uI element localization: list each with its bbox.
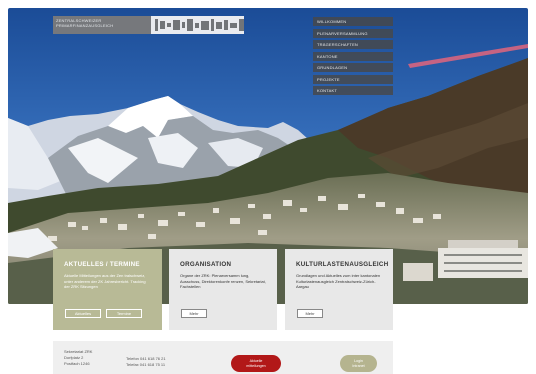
mehr-button[interactable]: Mehr: [181, 309, 207, 318]
card-aktuelles: AKTUELLES / TERMINE Aktuelle Mitteilunge…: [53, 249, 162, 330]
card-text: Grundlagen und Aktuelles zum inter kanto…: [296, 273, 381, 290]
site-logo[interactable]: ZENTRALSCHWEIZER PRIMARFINANZAUSGLEICH: [53, 16, 244, 34]
button-label: mitteilungen: [246, 363, 266, 368]
card-organisation: ORGANISATION Organe der ZRK: Plenarversa…: [169, 249, 277, 330]
aktuelle-mitteilungen-button[interactable]: Aktuelle mitteilungen: [231, 355, 281, 372]
logo-mark-icon: [151, 16, 244, 34]
nav-item-grundlagen[interactable]: GRUNDLAGEN: [313, 63, 393, 72]
footer: Sekretariat ZRK Dorfplatz 2 Postfach 124…: [53, 341, 393, 374]
card-title: ORGANISATION: [180, 261, 232, 268]
termine-button[interactable]: Termine: [106, 309, 142, 318]
card-title: AKTUELLES / TERMINE: [64, 261, 140, 268]
card-text: Organe der ZRK: Plenarversamm lung, Auss…: [180, 273, 266, 290]
card-kulturlastenausgleich: KULTURLASTENAUSGLEICH Grundlagen und Akt…: [285, 249, 393, 330]
nav-item-kontakt[interactable]: KONTAKT: [313, 86, 393, 95]
main-navigation: WILLKOMMEN PLENARVERSAMMLUNG TRÄGERSCHAF…: [313, 17, 393, 98]
aktuelles-button[interactable]: Aktuelles: [65, 309, 101, 318]
logo-text: ZENTRALSCHWEIZER PRIMARFINANZAUSGLEICH: [53, 16, 151, 34]
fax-number: Telefax 041 618 75 11: [126, 362, 166, 367]
nav-item-projekte[interactable]: PROJEKTE: [313, 74, 393, 84]
nav-item-traegerschaften[interactable]: TRÄGERSCHAFTEN: [313, 40, 393, 49]
button-label: Intranet: [352, 363, 365, 368]
nav-item-kantone[interactable]: KANTONE: [313, 51, 393, 61]
login-intranet-button[interactable]: Login Intranet: [340, 355, 377, 372]
address-line: Postfach 1246: [64, 361, 90, 366]
logo-line-2: PRIMARFINANZAUSGLEICH: [56, 23, 114, 28]
card-title: KULTURLASTENAUSGLEICH: [296, 261, 389, 268]
nav-item-willkommen[interactable]: WILLKOMMEN: [313, 17, 393, 26]
nav-item-plenarversammlung[interactable]: PLENARVERSAMMLUNG: [313, 28, 393, 38]
card-text: Aktuelle Mitteilungen aus der Zen tralsc…: [64, 273, 146, 290]
footer-address: Sekretariat ZRK Dorfplatz 2 Postfach 124…: [64, 349, 92, 367]
mehr-button[interactable]: Mehr: [297, 309, 323, 318]
footer-contact: Telefon 041 618 76 21 Telefax 041 618 75…: [126, 356, 166, 368]
